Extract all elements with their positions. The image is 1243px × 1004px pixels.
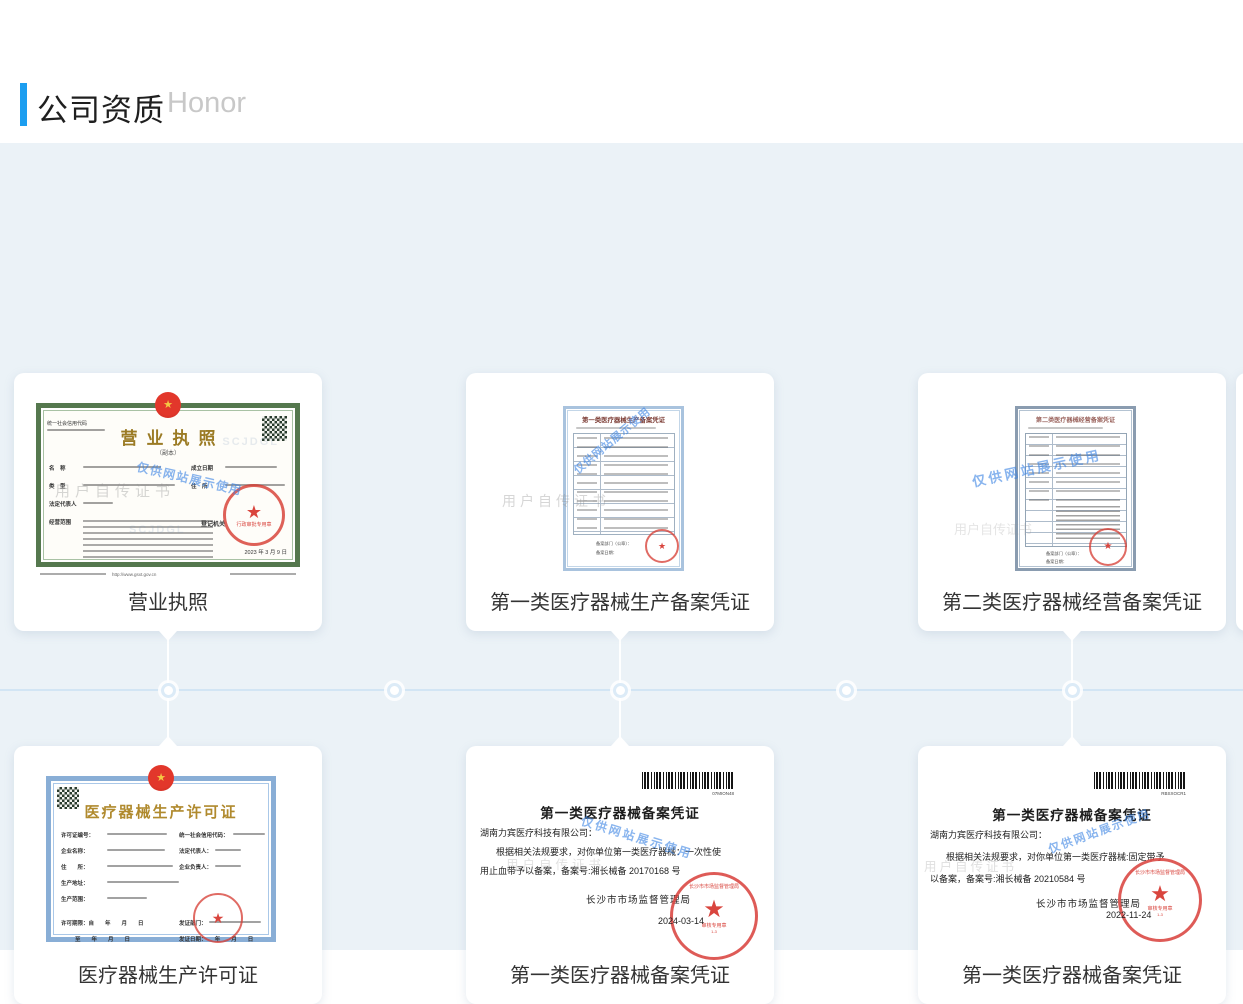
gray-watermark: 用户自传证书 [55, 480, 175, 501]
card-class1-record-2022[interactable]: RBSXOCR1 第一类医疗器械备案凭证 湖南力宾医疗科技有限公司： 根据相关法… [918, 746, 1226, 1004]
national-emblem-icon: ★ [155, 392, 181, 418]
faint-watermark: SCJDGL [129, 524, 186, 536]
card-caption: 第一类医疗器械生产备案凭证 [466, 586, 774, 615]
text-line-placeholder [215, 865, 241, 867]
field-label: 企业负责人： [179, 863, 212, 871]
field-label: 许可证编号： [61, 831, 94, 839]
barcode-icon [642, 772, 734, 789]
text-line-placeholder [1028, 427, 1103, 429]
licence-period-line2: 至 年 月 日 [75, 935, 130, 943]
text-line-placeholder [107, 833, 167, 835]
issue-date: 2022-11-24 [1106, 910, 1151, 920]
card-tail-up [159, 736, 177, 746]
barcode-icon [1094, 772, 1186, 789]
cert-title: 医疗器械生产许可证 [51, 801, 271, 822]
text-lines-placeholder [230, 573, 296, 579]
card-tail-down [611, 631, 629, 641]
text-line-placeholder [107, 865, 173, 867]
timeline-dot [164, 686, 173, 695]
section-subtitle: Honor [167, 87, 246, 120]
field-label: 生产范围： [61, 895, 89, 903]
stamp-ring-text: 长沙市市场监督管理局 [1121, 869, 1199, 876]
card-business-license[interactable]: ★ 统一社会信用代码 营业执照 （副本） 名 称 类 型 法定代表人 经营范围 … [14, 373, 322, 631]
field-label: 名 称 [49, 464, 66, 472]
gray-watermark: 用户自传证书 [506, 854, 605, 873]
red-stamp-icon: ★ [193, 893, 243, 943]
text-lines-placeholder [604, 437, 668, 529]
stamp-sub-label: 1-3 [1157, 912, 1163, 917]
cert-title: 第一类医疗器械备案凭证 [918, 804, 1226, 824]
text-line-placeholder [225, 466, 277, 468]
field-label: 法定代表人 [49, 500, 77, 508]
red-stamp-icon: ★ [1089, 528, 1127, 566]
timeline-dot [390, 686, 399, 695]
honor-section: ★ 统一社会信用代码 营业执照 （副本） 名 称 类 型 法定代表人 经营范围 … [0, 143, 1243, 950]
card-caption: 第一类医疗器械备案凭证 [466, 959, 774, 988]
cert-subtitle: （副本） [41, 448, 295, 457]
text-line-placeholder [215, 849, 241, 851]
barcode-label: RBSXOCR1 [1094, 791, 1186, 796]
footer-url: http://www.gsxt.gov.cn [112, 572, 156, 577]
stamp-ring-text: 长沙市市场监督管理局 [673, 883, 755, 890]
page: { "header": { "title": "公司资质", "subtitle… [0, 0, 1243, 950]
red-stamp-icon: ★ [645, 529, 679, 563]
card-production-licence[interactable]: ★ 医疗器械生产许可证 许可证编号： 企业名称： 住 所： 生产地址： 生产范围… [14, 746, 322, 1004]
card-caption: 医疗器械生产许可证 [14, 959, 322, 988]
licence-period-line: 许可期限：自 年 月 日 [61, 919, 144, 927]
record-dept-label: 备案部门（公章）： [1046, 551, 1082, 557]
text-line-placeholder [233, 833, 265, 835]
text-line-placeholder [83, 502, 113, 504]
body-line: 湖南力宾医疗科技有限公司： [930, 828, 1047, 841]
section-title: 公司资质 [37, 85, 165, 130]
cert-title: 第二类医疗器械经营备案凭证 [1018, 415, 1133, 424]
card-tail-up [611, 736, 629, 746]
gray-watermark: 用户自传证书 [924, 856, 1017, 875]
field-label: 经营范围 [49, 518, 71, 526]
text-line-placeholder [107, 881, 179, 883]
card-class1-production-record[interactable]: 第一类医疗器械生产备案凭证 备案部门（公章）： 备案日期： ★ 用户自传证书 仅… [466, 373, 774, 631]
card-caption: 第二类医疗器械经营备案凭证 [918, 586, 1226, 615]
stamp-label: 行政审批专用章 [236, 521, 271, 528]
cert-title: 第一类医疗器械备案凭证 [466, 802, 774, 822]
text-lines-placeholder [40, 573, 106, 579]
business-license-image: ★ 统一社会信用代码 营业执照 （副本） 名 称 类 型 法定代表人 经营范围 … [36, 403, 300, 567]
accent-bar [20, 83, 27, 126]
text-line-placeholder [107, 849, 165, 851]
licence-image: ★ 医疗器械生产许可证 许可证编号： 企业名称： 住 所： 生产地址： 生产范围… [46, 776, 276, 942]
field-label: 法定代表人： [179, 847, 212, 855]
text-line-placeholder [107, 897, 147, 899]
field-label: 统一社会信用代码： [179, 831, 229, 839]
faint-watermark: SCJDGL [222, 436, 279, 448]
red-stamp-icon: 长沙市市场监督管理局 ★ 审核专用章 1-3 [1118, 858, 1202, 942]
record-date-label: 备案日期： [596, 550, 617, 556]
stamp-label: 审核专用章 [701, 922, 726, 929]
page-header: 公司资质 Honor [0, 0, 1243, 143]
card-class1-record-2024[interactable]: 07MION48 第一类医疗器械备案凭证 湖南力宾医疗科技有限公司： 根据相关法… [466, 746, 774, 1004]
issue-date: 2024-03-14 [658, 916, 704, 926]
field-label: 企业名称： [61, 847, 89, 855]
record-date-label: 备案日期： [1046, 559, 1067, 565]
national-emblem-icon: ★ [148, 765, 174, 791]
timeline-dot [1068, 686, 1077, 695]
card-caption: 营业执照 [14, 586, 322, 615]
gray-watermark: 用户自传证书 [954, 519, 1032, 538]
timeline-dot [616, 686, 625, 695]
card-tail-down [159, 631, 177, 641]
issue-date: 2023 年 3 月 9 日 [245, 548, 288, 556]
card-tail-down [1063, 631, 1081, 641]
timeline-dot [842, 686, 851, 695]
card-partial-next[interactable] [1236, 373, 1243, 631]
registrar-label: 登记机关 [201, 519, 225, 528]
card-caption: 第一类医疗器械备案凭证 [918, 959, 1226, 988]
barcode-label: 07MION48 [642, 791, 734, 796]
stamp-sub-label: 1-3 [711, 929, 717, 934]
field-label: 住 所： [61, 863, 89, 871]
record-dept-label: 备案部门（公章）： [596, 541, 632, 547]
card-class2-operation-record[interactable]: 第二类医疗器械经营备案凭证 备案部门（公章）： 备案日期： ★ 仅供网站展示使用… [918, 373, 1226, 631]
gray-watermark: 用户自传证书 [502, 491, 610, 511]
field-label: 生产地址： [61, 879, 89, 887]
certificate-image: 第二类医疗器械经营备案凭证 备案部门（公章）： 备案日期： ★ [1015, 406, 1136, 571]
card-tail-up [1063, 736, 1081, 746]
